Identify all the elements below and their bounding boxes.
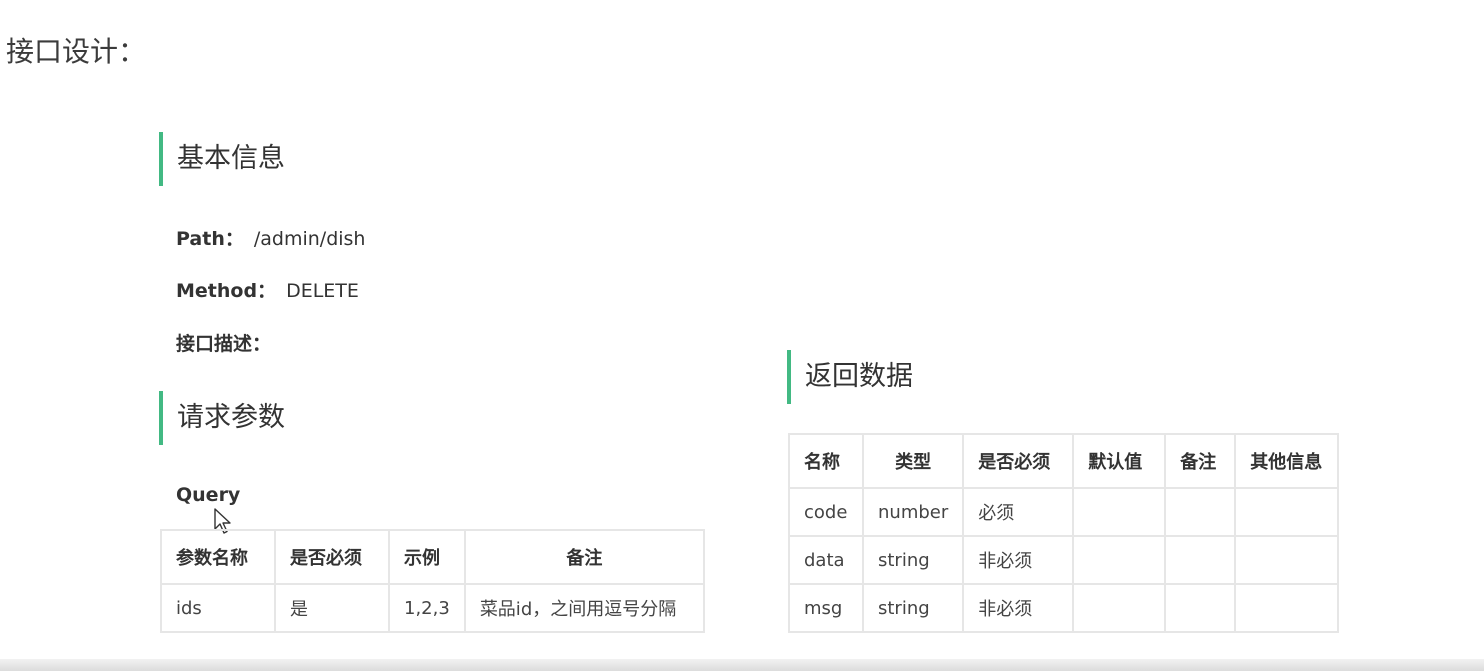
table-cell	[1072, 583, 1167, 633]
table-cell: 1,2,3	[388, 583, 466, 633]
description-line: 接口描述：	[176, 329, 271, 356]
table-row: ids 是 1,2,3 菜品id，之间用逗号分隔	[160, 583, 706, 633]
table-cell: number	[861, 487, 965, 537]
path-value: /admin/dish	[253, 228, 366, 250]
table-cell: 非必须	[962, 583, 1075, 633]
table-header-row: 参数名称 是否必须 示例 备注	[160, 529, 706, 585]
column-header: 名称	[788, 433, 864, 489]
table-row: msg string 非必须	[788, 583, 1339, 633]
column-header: 是否必须	[274, 529, 390, 585]
column-header: 是否必须	[962, 433, 1075, 489]
table-cell	[1164, 535, 1237, 585]
page-heading: 接口设计：	[6, 35, 147, 68]
table-cell: string	[861, 535, 965, 585]
table-cell	[1164, 583, 1237, 633]
description-label: 接口描述：	[176, 333, 272, 355]
section-title-response-data: 返回数据	[787, 350, 913, 404]
column-header: 备注	[463, 529, 706, 585]
table-cell: 非必须	[962, 535, 1075, 585]
request-params-table: 参数名称 是否必须 示例 备注 ids 是 1,2,3 菜品id，之间用逗号分隔	[160, 529, 706, 633]
table-cell: ids	[160, 583, 276, 633]
column-header: 类型	[861, 433, 965, 489]
table-cell: 是	[274, 583, 390, 633]
method-label: Method：	[176, 280, 277, 302]
column-header: 示例	[388, 529, 466, 585]
column-header: 备注	[1164, 433, 1237, 489]
table-cell	[1072, 487, 1167, 537]
method-line: Method： DELETE	[176, 276, 359, 303]
table-cell: string	[861, 583, 965, 633]
bottom-bar	[0, 659, 1484, 671]
table-cell	[1072, 535, 1167, 585]
table-cell	[1234, 535, 1339, 585]
section-title-request-params: 请求参数	[159, 391, 285, 445]
table-cell: msg	[788, 583, 864, 633]
section-title-basic-info: 基本信息	[159, 132, 285, 186]
table-row: data string 非必须	[788, 535, 1339, 585]
table-cell: 必须	[962, 487, 1075, 537]
table-row: code number 必须	[788, 487, 1339, 537]
column-header: 参数名称	[160, 529, 276, 585]
column-header: 其他信息	[1234, 433, 1339, 489]
table-cell	[1234, 583, 1339, 633]
table-cell	[1234, 487, 1339, 537]
path-line: Path： /admin/dish	[176, 224, 365, 251]
table-cell: code	[788, 487, 864, 537]
table-cell	[1164, 487, 1237, 537]
table-header-row: 名称 类型 是否必须 默认值 备注 其他信息	[788, 433, 1339, 489]
table-cell: data	[788, 535, 864, 585]
response-data-table: 名称 类型 是否必须 默认值 备注 其他信息 code number 必须 da…	[788, 433, 1339, 633]
query-label: Query	[176, 484, 241, 506]
table-cell: 菜品id，之间用逗号分隔	[463, 583, 706, 633]
method-value: DELETE	[286, 280, 359, 302]
column-header: 默认值	[1072, 433, 1167, 489]
path-label: Path：	[176, 228, 244, 250]
